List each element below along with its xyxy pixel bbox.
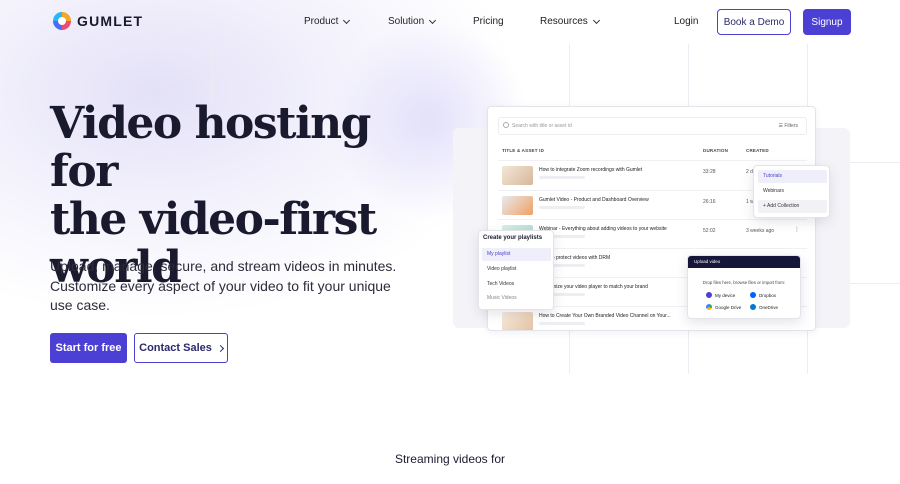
- row-duration: 52:02: [703, 228, 716, 234]
- column-header-title: TITLE & ASSET ID: [502, 148, 545, 153]
- row-duration: 33:28: [703, 169, 716, 175]
- add-collection-label: Add Collection: [767, 203, 800, 209]
- upload-instructions: Drop files here, browse files or import …: [702, 280, 786, 285]
- upload-source-dropbox[interactable]: Dropbox: [750, 292, 776, 298]
- filters-label: Filters: [784, 123, 798, 129]
- collection-item[interactable]: Tutorials: [758, 170, 827, 183]
- upload-source-onedrive[interactable]: OneDrive: [750, 304, 778, 310]
- book-demo-button[interactable]: Book a Demo: [717, 9, 791, 35]
- playlist-item[interactable]: My playlist: [482, 248, 551, 261]
- row-title: How to integrate Zoom recordings with Gu…: [539, 167, 643, 173]
- search-icon: [503, 122, 509, 128]
- search-placeholder: Search with title or asset id: [512, 123, 572, 129]
- signup-button[interactable]: Signup: [803, 9, 851, 35]
- nav-item-label: Product: [304, 16, 339, 27]
- asset-id-placeholder: [539, 206, 585, 209]
- upload-source-my-device[interactable]: My device: [706, 292, 735, 298]
- login-link[interactable]: Login: [674, 16, 698, 27]
- device-icon: [706, 292, 712, 298]
- onedrive-icon: [750, 304, 756, 310]
- row-duration: 26:16: [703, 199, 716, 205]
- streaming-section-heading: Streaming videos for: [394, 452, 506, 466]
- video-thumbnail: [502, 166, 533, 185]
- dropbox-icon: [750, 292, 756, 298]
- playlists-popup: Create your playlists My playlist Video …: [478, 230, 554, 310]
- video-thumbnail: [502, 312, 533, 330]
- video-thumbnail: [502, 196, 533, 215]
- column-header-duration: DURATION: [703, 148, 729, 153]
- contact-sales-button[interactable]: Contact Sales: [134, 333, 228, 363]
- filters-button[interactable]: ☰ Filters: [779, 123, 799, 129]
- start-free-button[interactable]: Start for free: [50, 333, 127, 363]
- row-title: Customize your video player to match you…: [539, 284, 648, 290]
- grid-line: [212, 44, 213, 104]
- dashboard-search[interactable]: Search with title or asset id ☰ Filters: [498, 117, 807, 135]
- upload-source-label: Dropbox: [759, 292, 777, 298]
- chevron-down-icon: [592, 16, 600, 24]
- upload-source-label: OneDrive: [759, 304, 779, 310]
- chevron-down-icon: [429, 16, 437, 24]
- logo-text: GUMLET: [77, 13, 144, 29]
- playlists-title: Create your playlists: [483, 235, 543, 241]
- hero-title-line: the video-first: [50, 194, 377, 245]
- collections-popup: Tutorials Webinars + Add Collection: [753, 165, 830, 218]
- row-title: Webinar - Everything about adding videos…: [539, 226, 667, 232]
- chevron-right-icon: [216, 344, 224, 352]
- top-navigation: GUMLET Product Solution Pricing Resource…: [0, 0, 900, 44]
- collection-item[interactable]: Webinars: [758, 185, 827, 198]
- playlist-item[interactable]: Music Videos: [482, 292, 551, 305]
- add-collection-button[interactable]: + Add Collection: [758, 200, 827, 213]
- nav-item-solution[interactable]: Solution: [388, 16, 437, 27]
- nav-item-product[interactable]: Product: [304, 16, 351, 27]
- more-options-icon[interactable]: ⋮: [794, 226, 800, 233]
- chevron-down-icon: [343, 16, 351, 24]
- hero-title-line: Video hosting for: [50, 98, 371, 197]
- row-created: 3 weeks ago: [746, 228, 775, 234]
- row-title: How to Create Your Own Branded Video Cha…: [539, 313, 671, 319]
- column-header-created: CREATED: [746, 148, 769, 153]
- nav-item-label: Solution: [388, 16, 425, 27]
- gumlet-logo[interactable]: GUMLET: [53, 12, 143, 30]
- nav-item-resources[interactable]: Resources: [540, 16, 600, 27]
- contact-sales-label: Contact Sales: [139, 342, 212, 354]
- row-created: 2 d: [746, 169, 753, 175]
- nav-item-pricing[interactable]: Pricing: [473, 16, 504, 27]
- asset-id-placeholder: [539, 322, 585, 325]
- upload-source-google-drive[interactable]: Google Drive: [706, 304, 741, 310]
- upload-source-label: Google Drive: [715, 304, 742, 310]
- playlist-item[interactable]: Tech Videos: [482, 278, 551, 291]
- upload-header: Upload video: [688, 256, 800, 268]
- upload-source-label: My device: [715, 292, 736, 298]
- nav-item-label: Pricing: [473, 16, 504, 27]
- asset-id-placeholder: [539, 176, 585, 179]
- nav-item-label: Resources: [540, 16, 588, 27]
- upload-video-popup: Upload video Drop files here, browse fil…: [687, 255, 801, 319]
- row-title: Gumlet Video - Product and Dashboard Ove…: [539, 197, 649, 203]
- gumlet-logo-icon: [53, 12, 71, 30]
- hero-subtitle: Upload, manage, secure, and stream video…: [50, 258, 397, 313]
- playlist-item[interactable]: Video playlist: [482, 263, 551, 276]
- google-drive-icon: [706, 304, 712, 310]
